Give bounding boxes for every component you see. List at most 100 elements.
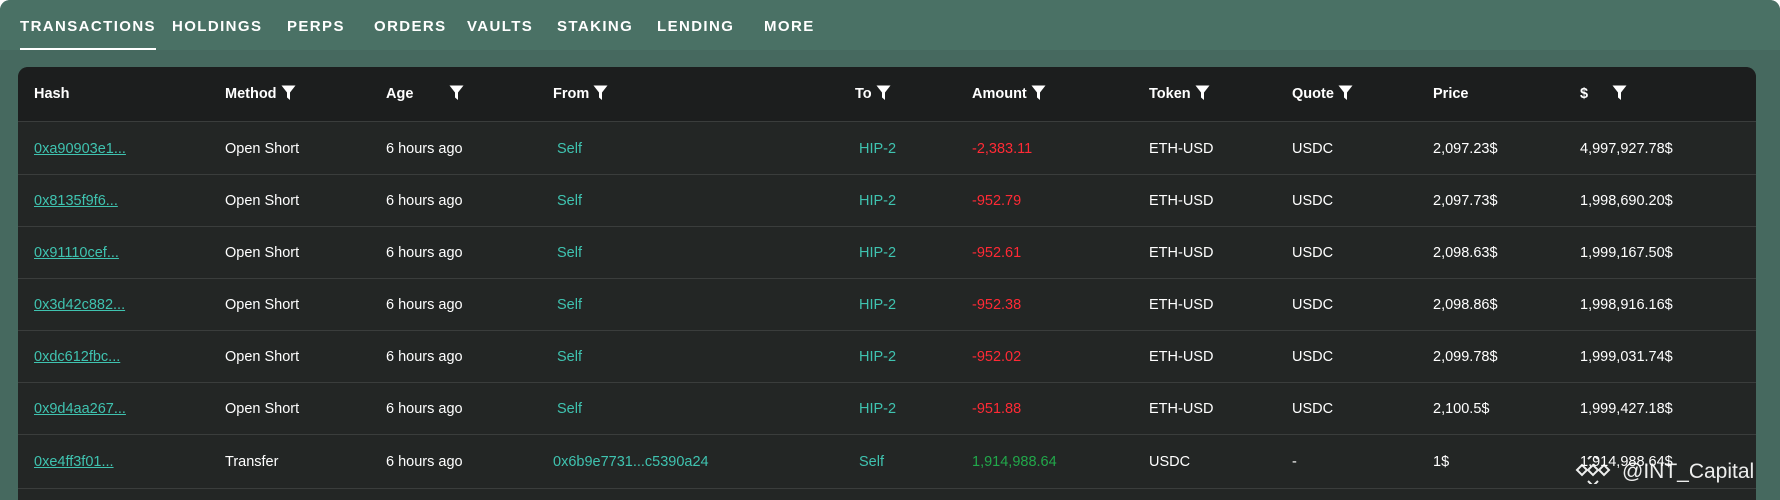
table-row: 0x3d42c882... Open Short 6 hours ago Self HI…: [18, 279, 1756, 331]
cell-hash[interactable]: 0x9d4aa267...: [34, 383, 126, 435]
filter-icon[interactable]: [593, 70, 608, 100]
cell-to[interactable]: HIP-2: [859, 227, 896, 279]
table-row: 0xe4ff3f01... Transfer 6 hours ago 0x6b9e77…: [18, 435, 1756, 489]
cell-token: ETH-USD: [1149, 245, 1214, 261]
cell-from[interactable]: Self: [557, 227, 582, 279]
tab-perps[interactable]: PERPS: [287, 0, 345, 50]
column-header-token[interactable]: Token: [1149, 67, 1210, 122]
cell-method: Transfer: [225, 454, 279, 470]
cell-quote: -: [1292, 454, 1297, 470]
column-header-label: Quote: [1292, 86, 1334, 102]
cell-token: USDC: [1149, 454, 1191, 470]
cell-usd: 1,998,690.20$: [1580, 193, 1673, 209]
cell-from[interactable]: Self: [557, 123, 582, 175]
column-header-label: Price: [1433, 86, 1469, 102]
cell-usd: 1,999,031.74$: [1580, 349, 1673, 365]
cell-token: ETH-USD: [1149, 297, 1214, 313]
filter-icon[interactable]: [449, 70, 464, 100]
cell-token: ETH-USD: [1149, 401, 1214, 417]
watermark-text: @INT_Capital: [1622, 460, 1755, 483]
transactions-table: Hash Method Age From To Amount Token Quote Price…: [18, 67, 1756, 500]
cell-from[interactable]: Self: [557, 175, 582, 227]
tab-staking[interactable]: STAKING: [557, 0, 633, 50]
cell-token: ETH-USD: [1149, 349, 1214, 365]
cell-age: 6 hours ago: [386, 349, 463, 365]
cell-to[interactable]: HIP-2: [859, 331, 896, 383]
cell-price: 1$: [1433, 454, 1450, 470]
column-header-label: Age: [386, 86, 414, 102]
cell-age: 6 hours ago: [386, 245, 463, 261]
table-row: 0xa90903e1... Open Short 6 hours ago Self HI…: [18, 123, 1756, 175]
column-header-age[interactable]: Age: [386, 67, 464, 122]
column-header-label: Token: [1149, 86, 1191, 102]
cell-amount: -952.79: [972, 193, 1022, 209]
tab-holdings[interactable]: HOLDINGS: [172, 0, 262, 50]
cell-token: ETH-USD: [1149, 193, 1214, 209]
cell-to[interactable]: HIP-2: [859, 175, 896, 227]
tab-lending[interactable]: LENDING: [657, 0, 734, 50]
tab-more[interactable]: MORE: [764, 0, 815, 50]
cell-age: 6 hours ago: [386, 297, 463, 313]
cell-method: Open Short: [225, 297, 300, 313]
cell-price: 2,099.78$: [1433, 349, 1498, 365]
tab-vaults[interactable]: VAULTS: [467, 0, 533, 50]
filter-icon[interactable]: [876, 70, 891, 100]
cell-quote: USDC: [1292, 297, 1334, 313]
cell-usd: 1,999,167.50$: [1580, 245, 1673, 261]
cell-to[interactable]: HIP-2: [859, 279, 896, 331]
cell-to[interactable]: HIP-2: [859, 383, 896, 435]
tab-orders[interactable]: ORDERS: [374, 0, 447, 50]
table-header: Hash Method Age From To Amount Token Quote Price…: [18, 67, 1756, 122]
column-header-method[interactable]: Method: [225, 67, 296, 122]
cell-usd: 4,997,927.78$: [1580, 141, 1673, 157]
cell-amount: -952.38: [972, 297, 1022, 313]
cell-token: ETH-USD: [1149, 141, 1214, 157]
cell-hash[interactable]: 0x3d42c882...: [34, 279, 125, 331]
cell-from[interactable]: Self: [557, 279, 582, 331]
column-header-quote[interactable]: Quote: [1292, 67, 1353, 122]
column-header-to[interactable]: To: [855, 67, 891, 122]
cell-hash[interactable]: 0xe4ff3f01...: [34, 435, 114, 489]
column-header-price: Price: [1433, 67, 1468, 122]
cell-method: Open Short: [225, 245, 300, 261]
column-header-label: $: [1580, 86, 1589, 102]
cell-quote: USDC: [1292, 349, 1334, 365]
table-row: 0xdc612fbc... Open Short 6 hours ago Self HI…: [18, 331, 1756, 383]
tab-transactions[interactable]: TRANSACTIONS: [20, 0, 156, 50]
column-header-label: From: [553, 86, 590, 102]
column-header-from[interactable]: From: [553, 67, 608, 122]
column-header-amount[interactable]: Amount: [972, 67, 1046, 122]
cell-to[interactable]: Self: [859, 435, 884, 489]
table-row: 0x9d4aa267... Open Short 6 hours ago Self HI…: [18, 383, 1756, 435]
cell-from[interactable]: Self: [557, 383, 582, 435]
cell-hash[interactable]: 0xdc612fbc...: [34, 331, 120, 383]
filter-icon[interactable]: [281, 70, 296, 100]
filter-icon[interactable]: [1338, 70, 1353, 100]
table-row: 0x8135f9f6... Open Short 6 hours ago Self HI…: [18, 175, 1756, 227]
cell-quote: USDC: [1292, 245, 1334, 261]
column-header-label: Hash: [34, 86, 70, 102]
cell-age: 6 hours ago: [386, 141, 463, 157]
cell-hash[interactable]: 0x8135f9f6...: [34, 175, 118, 227]
watermark: @INT_Capital: [1572, 452, 1754, 492]
column-header-usd[interactable]: $: [1580, 67, 1627, 122]
cell-from[interactable]: Self: [557, 331, 582, 383]
transactions-widget: TRANSACTIONS HOLDINGS PERPS ORDERS VAULT…: [0, 0, 1780, 500]
cell-method: Open Short: [225, 193, 300, 209]
cell-method: Open Short: [225, 141, 300, 157]
binance-logo-icon: [1575, 456, 1611, 484]
filter-icon[interactable]: [1612, 70, 1627, 100]
cell-quote: USDC: [1292, 193, 1334, 209]
cell-from[interactable]: 0x6b9e7731...c5390a24: [553, 435, 709, 489]
cell-usd: 1,998,916.16$: [1580, 297, 1673, 313]
cell-usd: 1,999,427.18$: [1580, 401, 1673, 417]
cell-hash[interactable]: 0x91110cef...: [34, 227, 119, 279]
tab-bar: TRANSACTIONS HOLDINGS PERPS ORDERS VAULT…: [0, 0, 1780, 50]
cell-hash[interactable]: 0xa90903e1...: [34, 123, 126, 175]
cell-age: 6 hours ago: [386, 401, 463, 417]
column-header-label: To: [855, 86, 872, 102]
filter-icon[interactable]: [1031, 70, 1046, 100]
cell-quote: USDC: [1292, 141, 1334, 157]
filter-icon[interactable]: [1195, 70, 1210, 100]
cell-to[interactable]: HIP-2: [859, 123, 896, 175]
